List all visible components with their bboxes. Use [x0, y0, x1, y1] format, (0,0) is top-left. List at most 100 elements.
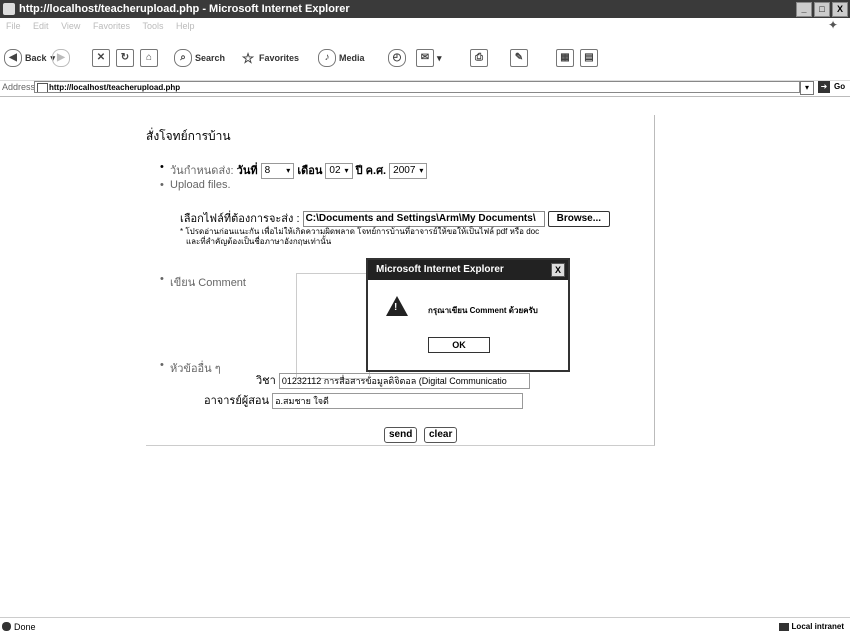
month-value: 02: [329, 165, 341, 177]
address-bar: Address http://localhost/teacherupload.p…: [0, 80, 850, 97]
discuss-button[interactable]: ▦: [556, 48, 577, 68]
home-icon: ⌂: [140, 49, 158, 67]
search-icon: ⌕: [174, 49, 192, 67]
dialog-close-button[interactable]: X: [551, 263, 565, 277]
edit-button[interactable]: ✎: [510, 48, 531, 68]
teacher-input[interactable]: อ.สมชาย ใจดี: [272, 393, 524, 410]
day-select[interactable]: 8 ▾: [260, 163, 295, 180]
subject-input[interactable]: 01232112 การสื่อสารข้อมูลดิจิตอล (Digita…: [278, 373, 530, 390]
dialog-title: Microsoft Internet Explorer: [376, 264, 504, 275]
menu-help[interactable]: Help: [176, 21, 195, 31]
choose-file-label: เลือกไฟล์ที่ต้องการจะส่ง :: [180, 213, 300, 225]
upload-note-line-1: * โปรดอ่านก่อนแนะกัน เพื่อไม่ให้เกิดความ…: [180, 227, 540, 236]
comment-label: เขียน Comment: [160, 273, 246, 291]
page-title: สั่งโจทย์การบ้าน: [146, 129, 231, 143]
media-icon: ♪: [318, 49, 336, 67]
go-arrow-icon[interactable]: ➜: [818, 81, 830, 93]
address-label: Address: [2, 82, 36, 92]
ie-icon: [3, 3, 15, 15]
dialog-message: กรุณาเขียน Comment ด้วยครับ: [428, 306, 538, 315]
day-value: 8: [264, 165, 271, 177]
security-zone: Local intranet: [778, 622, 844, 631]
upload-note: * โปรดอ่านก่อนแนะกัน เพื่อไม่ให้เกิดความ…: [180, 227, 670, 247]
comment-textarea[interactable]: [296, 273, 370, 379]
year-label: ปี ค.ศ.: [355, 165, 387, 177]
menu-edit[interactable]: Edit: [33, 21, 49, 31]
alert-dialog: Microsoft Internet Explorer X ! กรุณาเขี…: [366, 258, 570, 372]
window-title: http://localhost/teacherupload.php - Mic…: [19, 3, 350, 15]
year-value: 2007: [393, 165, 416, 177]
favorites-button[interactable]: ☆ Favorites: [240, 48, 299, 68]
stop-icon: ✕: [92, 49, 110, 67]
ok-button[interactable]: OK: [428, 337, 490, 353]
history-button[interactable]: ◴: [388, 48, 409, 68]
chevron-down-icon: ▾: [344, 166, 349, 176]
deadline-label: วันกำหนดส่ง:: [170, 165, 234, 177]
search-button[interactable]: ⌕ Search: [174, 48, 225, 68]
menubar: File Edit View Favorites Tools Help ✦: [0, 18, 850, 34]
search-button-label: Search: [195, 53, 226, 63]
file-path-input[interactable]: C:\Documents and Settings\Arm\My Documen…: [302, 211, 545, 228]
favorites-button-label: Favorites: [259, 53, 300, 63]
toolbar: ◀ Back ▾ ▶ ✕ ↻ ⌂ ⌕ Search ☆ Favorites ♪ …: [0, 36, 850, 81]
window-titlebar: http://localhost/teacherupload.php - Mic…: [0, 0, 850, 18]
menu-view[interactable]: View: [61, 21, 80, 31]
forward-arrow-icon: ▶: [52, 49, 70, 67]
status-bar: Done Local intranet: [0, 617, 850, 638]
back-button-label: Back: [25, 53, 47, 63]
subject-row: วิชา 01232112 การสื่อสารข้อมูลดิจิตอล (D…: [256, 371, 530, 390]
home-button[interactable]: ⌂: [140, 48, 161, 68]
forward-button[interactable]: ▶: [52, 48, 73, 68]
media-button[interactable]: ♪ Media: [318, 48, 365, 68]
maximize-button[interactable]: □: [814, 2, 830, 17]
month-label: เดือน: [297, 165, 323, 177]
page-done-icon: [2, 622, 11, 631]
month-select[interactable]: 02 ▾: [325, 163, 353, 180]
status-text: Done: [14, 622, 36, 632]
stop-button[interactable]: ✕: [92, 48, 113, 68]
menu-tools[interactable]: Tools: [142, 21, 163, 31]
menu-file[interactable]: File: [6, 21, 21, 31]
media-button-label: Media: [339, 53, 365, 63]
subject-label: วิชา: [256, 375, 276, 387]
warning-icon: !: [386, 296, 408, 316]
clear-button[interactable]: clear: [424, 427, 458, 443]
address-dropdown-button[interactable]: ▾: [800, 81, 814, 95]
other-label: หัวข้ออื่น ๆ: [160, 359, 221, 377]
back-button[interactable]: ◀ Back ▾: [4, 48, 55, 68]
go-button-label[interactable]: Go: [834, 82, 845, 91]
teacher-row: อาจารย์ผู้สอน อ.สมชาย ใจดี: [204, 391, 524, 410]
page-content: สั่งโจทย์การบ้าน วันกำหนดส่ง: วันที่ 8▾ …: [0, 97, 850, 617]
day-label: วันที่: [236, 165, 258, 177]
file-row: เลือกไฟล์ที่ต้องการจะส่ง : C:\Documents …: [180, 209, 611, 228]
intranet-icon: [778, 622, 789, 631]
messenger-icon: ▤: [580, 49, 598, 67]
mail-button[interactable]: ✉ ▾: [416, 48, 442, 68]
upload-note-line-2: และที่สำคัญต้องเป็นชื่อภาษาอังกฤษเท่านั้…: [186, 237, 332, 246]
close-button[interactable]: X: [832, 2, 848, 17]
chevron-down-icon: ▾: [419, 166, 424, 176]
mail-icon: ✉: [416, 49, 434, 67]
chevron-down-icon: ▾: [286, 166, 291, 176]
minimize-button[interactable]: _: [796, 2, 812, 17]
windows-logo-icon: ✦: [828, 18, 839, 32]
messenger-button[interactable]: ▤: [580, 48, 601, 68]
chevron-down-icon: ▾: [437, 52, 442, 63]
browse-button[interactable]: Browse...: [547, 211, 611, 228]
address-input[interactable]: http://localhost/teacherupload.php: [34, 81, 800, 93]
window-controls: _ □ X: [796, 2, 848, 17]
send-button[interactable]: send: [384, 427, 418, 443]
page-icon: [37, 83, 48, 92]
teacher-label: อาจารย์ผู้สอน: [204, 395, 270, 407]
print-button[interactable]: ⎙: [470, 48, 491, 68]
print-icon: ⎙: [470, 49, 488, 67]
edit-icon: ✎: [510, 49, 528, 67]
star-icon: ☆: [241, 50, 255, 66]
deadline-row: วันกำหนดส่ง: วันที่ 8▾ เดือน 02▾ ปี ค.ศ.…: [160, 161, 428, 180]
dialog-titlebar: Microsoft Internet Explorer X: [368, 260, 568, 280]
menu-favorites[interactable]: Favorites: [93, 21, 130, 31]
refresh-button[interactable]: ↻: [116, 48, 137, 68]
year-select[interactable]: 2007 ▾: [389, 163, 428, 180]
refresh-icon: ↻: [116, 49, 134, 67]
zone-label: Local intranet: [791, 622, 844, 631]
